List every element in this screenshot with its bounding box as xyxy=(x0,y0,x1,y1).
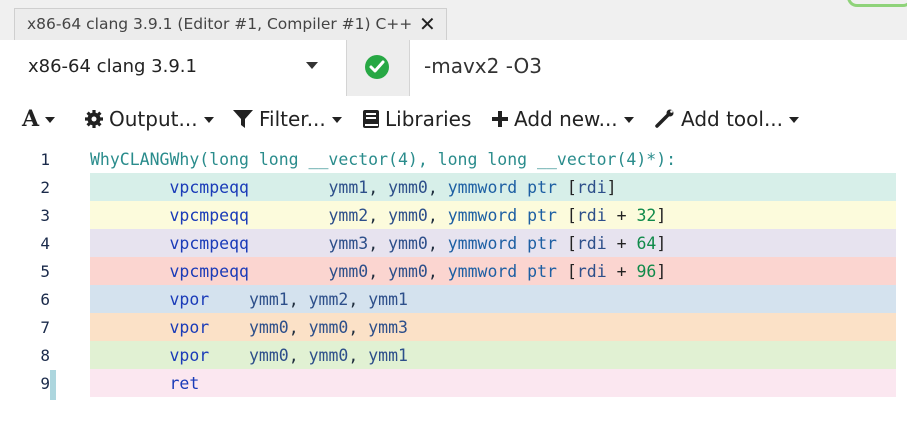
add-new-button[interactable]: Add new... xyxy=(491,96,634,142)
instruction: vpor ymm1, ymm2, ymm1 xyxy=(169,290,408,309)
gear-icon xyxy=(85,110,103,128)
close-icon[interactable]: ✕ xyxy=(419,12,436,36)
wrench-icon xyxy=(655,109,674,128)
chevron-down-icon xyxy=(306,62,318,69)
output-label: Output... xyxy=(109,107,198,131)
tab-title: x86-64 clang 3.9.1 (Editor #1, Compiler … xyxy=(27,15,413,33)
code-line: 9 ret xyxy=(0,369,907,397)
code-line: 2 vpcmpeqq ymm1, ymm0, ymmword ptr [rdi] xyxy=(0,173,907,201)
add-tool-button[interactable]: Add tool... xyxy=(654,96,800,142)
code-line: 6 vpor ymm1, ymm2, ymm1 xyxy=(0,285,907,313)
libraries-label: Libraries xyxy=(385,107,472,131)
toolbar: A Output... Filter... Libraries Add new.… xyxy=(14,96,907,142)
output-button[interactable]: Output... xyxy=(84,96,214,142)
check-circle-icon xyxy=(365,55,389,79)
line-number: 3 xyxy=(40,206,50,225)
font-size-button[interactable]: A xyxy=(22,96,56,142)
line-number: 2 xyxy=(40,178,50,197)
line-number: 5 xyxy=(40,262,50,281)
code-line: 8 vpor ymm0, ymm0, ymm1 xyxy=(0,341,907,369)
filter-button[interactable]: Filter... xyxy=(232,96,342,142)
instruction: vpcmpeqq ymm3, ymm0, ymmword ptr [rdi + … xyxy=(169,234,667,253)
book-icon xyxy=(363,110,379,128)
filter-label: Filter... xyxy=(259,107,326,131)
compiler-options-input[interactable]: -mavx2 -O3 xyxy=(424,54,542,78)
line-number: 1 xyxy=(40,150,50,169)
code-line: 7 vpor ymm0, ymm0, ymm3 xyxy=(0,313,907,341)
add-new-label: Add new... xyxy=(514,107,618,131)
chevron-down-icon xyxy=(203,117,214,123)
chevron-down-icon xyxy=(789,117,800,123)
compile-status[interactable] xyxy=(346,40,410,96)
add-tool-label: Add tool... xyxy=(681,107,784,131)
chevron-down-icon xyxy=(623,117,634,123)
code-line: 3 vpcmpeqq ymm2, ymm0, ymmword ptr [rdi … xyxy=(0,201,907,229)
line-number: 4 xyxy=(40,234,50,253)
chevron-down-icon xyxy=(45,117,56,123)
libraries-button[interactable]: Libraries xyxy=(362,96,471,142)
line-number: 9 xyxy=(40,374,50,393)
instruction: vpor ymm0, ymm0, ymm3 xyxy=(169,318,408,337)
line-highlight xyxy=(90,369,896,397)
compiler-row: x86-64 clang 3.9.1 -mavx2 -O3 xyxy=(14,40,907,97)
chevron-down-icon xyxy=(331,117,342,123)
line-number: 8 xyxy=(40,346,50,365)
tab-strip: x86-64 clang 3.9.1 (Editor #1, Compiler … xyxy=(0,0,907,40)
decorative-accent xyxy=(847,0,907,7)
compiler-name: x86-64 clang 3.9.1 xyxy=(28,56,197,77)
font-icon: A xyxy=(22,106,40,132)
function-label: WhyCLANGWhy(long long __vector(4), long … xyxy=(90,150,677,169)
code-line: 4 vpcmpeqq ymm3, ymm0, ymmword ptr [rdi … xyxy=(0,229,907,257)
line-number: 6 xyxy=(40,290,50,309)
line-number: 7 xyxy=(40,318,50,337)
code-line: 1 WhyCLANGWhy(long long __vector(4), lon… xyxy=(0,145,907,173)
instruction: ret xyxy=(169,374,200,393)
instruction: vpcmpeqq ymm2, ymm0, ymmword ptr [rdi + … xyxy=(169,206,667,225)
plus-icon xyxy=(492,111,508,127)
code-line: 5 vpcmpeqq ymm0, ymm0, ymmword ptr [rdi … xyxy=(0,257,907,285)
compiler-select[interactable]: x86-64 clang 3.9.1 xyxy=(14,40,346,96)
instruction: vpcmpeqq ymm0, ymm0, ymmword ptr [rdi + … xyxy=(169,262,667,281)
instruction: vpcmpeqq ymm1, ymm0, ymmword ptr [rdi] xyxy=(169,178,617,197)
instruction: vpor ymm0, ymm0, ymm1 xyxy=(169,346,408,365)
compiler-tab[interactable]: x86-64 clang 3.9.1 (Editor #1, Compiler … xyxy=(14,8,447,40)
filter-icon xyxy=(233,110,253,128)
assembly-output[interactable]: 1 WhyCLANGWhy(long long __vector(4), lon… xyxy=(0,142,907,426)
